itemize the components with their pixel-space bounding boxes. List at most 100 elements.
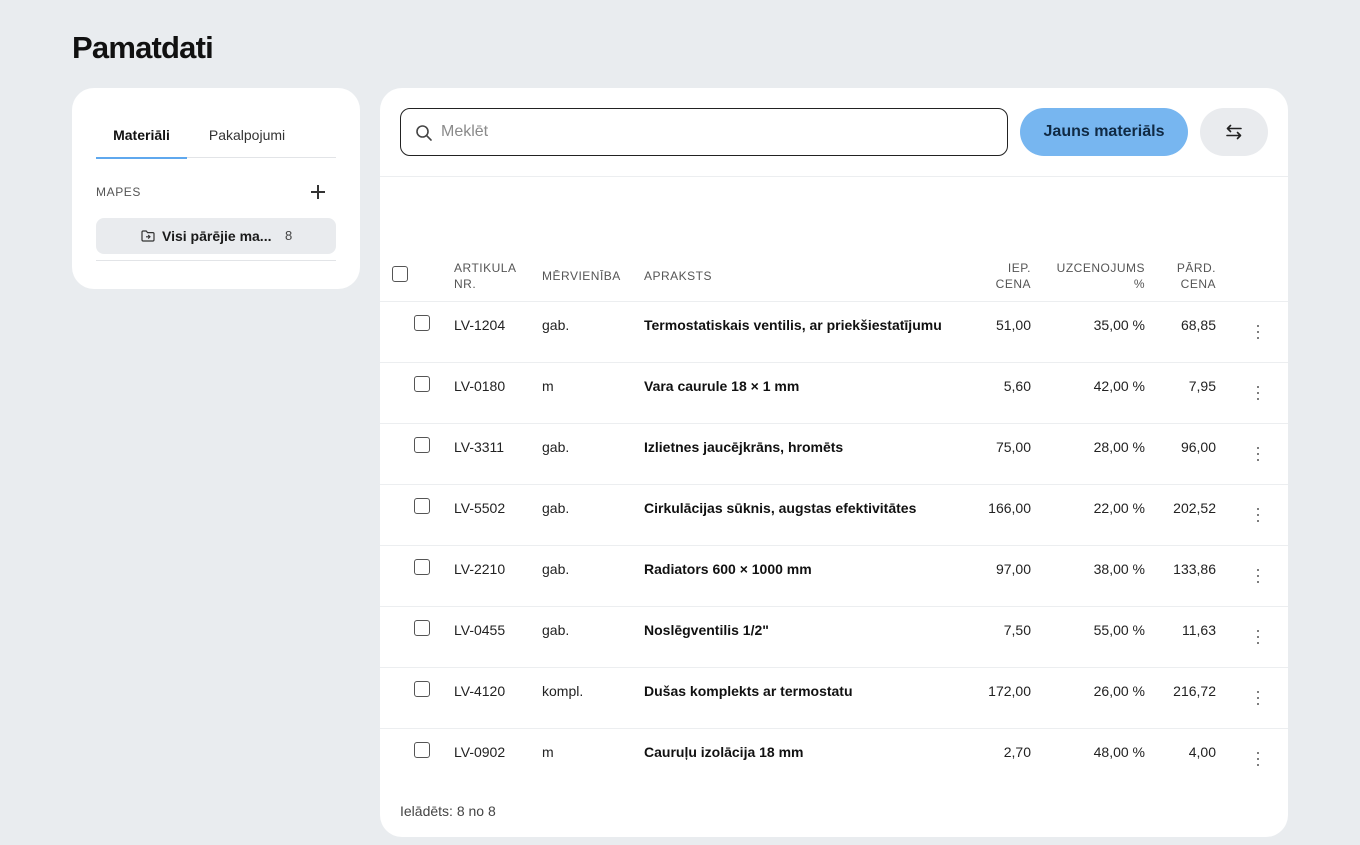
cell-article: LV-0455: [454, 622, 506, 638]
column-header-article: ARTIKULA NR.: [454, 260, 516, 292]
table-row[interactable]: LV-4120 kompl. Dušas komplekts ar termosta…: [380, 668, 1288, 729]
folder-count: 8: [285, 228, 293, 243]
table-header: ARTIKULA NR. MĒRVIENĪBA APRAKSTS IEP. CE…: [380, 256, 1288, 302]
search-box[interactable]: [400, 108, 1008, 156]
table-row[interactable]: LV-2210 gab. Radiators 600 × 1000 mm 97,00 3…: [380, 546, 1288, 607]
row-checkbox[interactable]: [414, 742, 430, 758]
table-row[interactable]: LV-0180 m Vara caurule 18 × 1 mm 5,60 42,00 …: [380, 363, 1288, 424]
cell-sale-price: 68,85: [1180, 317, 1216, 333]
folder-item[interactable]: Visi pārējie ma... 8: [96, 218, 336, 254]
cell-unit: kompl.: [542, 683, 584, 699]
cell-purchase-price: 97,00: [995, 561, 1031, 577]
add-folder-icon[interactable]: [308, 182, 328, 202]
cell-unit: gab.: [542, 500, 570, 516]
row-menu-icon[interactable]: [1248, 688, 1268, 708]
cell-article: LV-0180: [454, 378, 506, 394]
cell-purchase-price: 5,60: [1003, 378, 1031, 394]
row-checkbox[interactable]: [414, 681, 430, 697]
cell-article: LV-1204: [454, 317, 506, 333]
cell-description: Noslēgventilis 1/2": [644, 622, 769, 638]
row-menu-icon[interactable]: [1248, 444, 1268, 464]
cell-sale-price: 7,95: [1188, 378, 1216, 394]
row-checkbox[interactable]: [414, 620, 430, 636]
column-header-unit: MĒRVIENĪBA: [542, 269, 621, 283]
cell-unit: m: [542, 744, 554, 760]
cell-description: Cirkulācijas sūknis, augstas efektivitāt…: [644, 500, 917, 516]
new-material-button[interactable]: Jauns materiāls: [1020, 108, 1188, 156]
table-row[interactable]: LV-1204 gab. Termostatiskais ventilis, ar …: [380, 302, 1288, 363]
cell-sale-price: 11,63: [1182, 622, 1216, 638]
cell-sale-price: 216,72: [1173, 683, 1216, 699]
category-tabs: Materiāli Pakalpojumi: [96, 112, 336, 159]
cell-description: Dušas komplekts ar termostatu: [644, 683, 853, 699]
cell-purchase-price: 166,00: [988, 500, 1031, 516]
row-checkbox[interactable]: [414, 498, 430, 514]
cell-markup: 26,00 %: [1093, 683, 1145, 699]
swap-button[interactable]: [1200, 108, 1268, 156]
cell-article: LV-5502: [454, 500, 506, 516]
row-checkbox[interactable]: [414, 315, 430, 331]
cell-description: Izlietnes jaucējkrāns, hromēts: [644, 439, 844, 455]
row-checkbox[interactable]: [414, 437, 430, 453]
table-row[interactable]: LV-0902 m Cauruļu izolācija 18 mm 2,70 48,00…: [380, 729, 1288, 790]
materials-panel: Jauns materiāls ARTIKULA NR. MĒRVIENĪBA …: [380, 88, 1288, 837]
cell-sale-price: 4,00: [1188, 744, 1216, 760]
row-menu-icon[interactable]: [1248, 322, 1268, 342]
column-header-purchase-price: IEP. CENA: [951, 260, 1031, 292]
search-input[interactable]: [441, 119, 991, 145]
cell-sale-price: 96,00: [1180, 439, 1216, 455]
column-header-article-line1: ARTIKULA: [454, 261, 517, 275]
loaded-count: Ielādēts: 8 no 8: [400, 803, 496, 819]
cell-purchase-price: 7,50: [1003, 622, 1031, 638]
column-header-sale-price: PĀRD. CENA: [1156, 260, 1216, 292]
column-header-markup-line2: %: [1133, 277, 1145, 291]
tab-services[interactable]: Pakalpojumi: [187, 112, 307, 158]
row-checkbox[interactable]: [414, 559, 430, 575]
cell-markup: 55,00 %: [1093, 622, 1145, 638]
column-header-purchase-price-line2: CENA: [995, 277, 1031, 291]
row-checkbox[interactable]: [414, 376, 430, 392]
column-header-description: APRAKSTS: [644, 269, 713, 283]
row-menu-icon[interactable]: [1248, 566, 1268, 586]
cell-purchase-price: 75,00: [995, 439, 1031, 455]
cell-article: LV-3311: [454, 439, 505, 455]
cell-unit: m: [542, 378, 554, 394]
row-menu-icon[interactable]: [1248, 749, 1268, 769]
row-menu-icon[interactable]: [1248, 505, 1268, 525]
folders-panel: Materiāli Pakalpojumi MAPES Visi pārējie…: [72, 88, 360, 289]
table-row[interactable]: LV-0455 gab. Noslēgventilis 1/2" 7,50 55,00 …: [380, 607, 1288, 668]
column-header-sale-price-line2: CENA: [1180, 277, 1216, 291]
column-header-purchase-price-line1: IEP.: [1007, 261, 1031, 275]
cell-markup: 42,00 %: [1093, 378, 1145, 394]
cell-description: Termostatiskais ventilis, ar priekšiesta…: [644, 317, 942, 333]
cell-purchase-price: 172,00: [988, 683, 1031, 699]
cell-sale-price: 133,86: [1173, 561, 1216, 577]
cell-purchase-price: 51,00: [995, 317, 1031, 333]
cell-description: Vara caurule 18 × 1 mm: [644, 378, 800, 394]
table-row[interactable]: LV-3311 gab. Izlietnes jaucējkrāns, hromēt…: [380, 424, 1288, 485]
folder-icon: [141, 230, 155, 242]
table-row[interactable]: LV-5502 gab. Cirkulācijas sūknis, augstas …: [380, 485, 1288, 546]
cell-markup: 35,00 %: [1093, 317, 1145, 333]
folders-heading: MAPES: [96, 185, 142, 199]
row-menu-icon[interactable]: [1248, 627, 1268, 647]
cell-markup: 28,00 %: [1093, 439, 1145, 455]
cell-article: LV-0902: [454, 744, 506, 760]
select-all-checkbox[interactable]: [392, 266, 408, 282]
cell-description: Cauruļu izolācija 18 mm: [644, 744, 804, 760]
column-header-markup-line1: UZCENOJUMS: [1056, 261, 1145, 275]
cell-unit: gab.: [542, 317, 570, 333]
cell-markup: 22,00 %: [1093, 500, 1145, 516]
cell-sale-price: 202,52: [1173, 500, 1216, 516]
column-header-article-line2: NR.: [454, 277, 477, 291]
cell-unit: gab.: [542, 561, 570, 577]
cell-markup: 48,00 %: [1093, 744, 1145, 760]
cell-article: LV-2210: [454, 561, 506, 577]
cell-purchase-price: 2,70: [1003, 744, 1031, 760]
cell-description: Radiators 600 × 1000 mm: [644, 561, 812, 577]
divider: [96, 260, 336, 261]
cell-markup: 38,00 %: [1093, 561, 1145, 577]
tab-materials[interactable]: Materiāli: [96, 112, 187, 159]
row-menu-icon[interactable]: [1248, 383, 1268, 403]
divider: [380, 176, 1288, 177]
